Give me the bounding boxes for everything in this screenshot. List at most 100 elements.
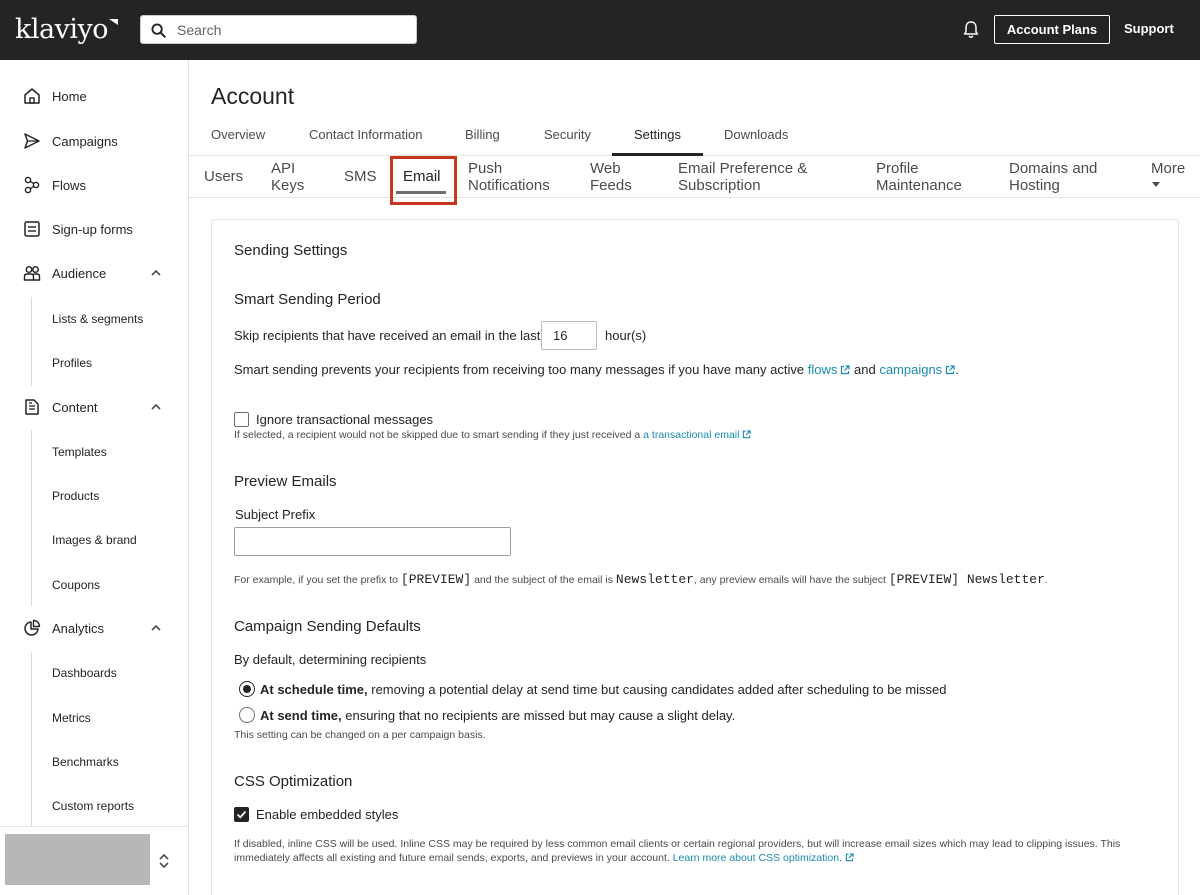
subtab-users[interactable]: Users bbox=[204, 168, 243, 185]
analytics-tree-line bbox=[31, 652, 32, 826]
sidebar-subitem-templates[interactable]: Templates bbox=[52, 445, 107, 459]
sidebar-item-analytics[interactable]: Analytics bbox=[0, 608, 188, 648]
campaigns-link[interactable]: campaigns bbox=[879, 362, 955, 377]
css-help-line-2: immediately affects all existing and fut… bbox=[234, 852, 854, 864]
css-optimization-link[interactable]: Learn more about CSS optimization. bbox=[673, 852, 854, 864]
tab-overview[interactable]: Overview bbox=[211, 127, 265, 142]
tab-billing[interactable]: Billing bbox=[465, 127, 500, 142]
hours-unit-label: hour(s) bbox=[605, 328, 647, 343]
sidebar-item-flows[interactable]: Flows bbox=[0, 165, 188, 205]
account-plans-button[interactable]: Account Plans bbox=[994, 15, 1110, 44]
sidebar-item-label: Sign-up forms bbox=[52, 221, 133, 237]
chevron-up-icon[interactable] bbox=[150, 267, 162, 279]
main-content: Account Overview Contact Information Bil… bbox=[189, 60, 1200, 895]
sending-settings-card: Sending Settings Smart Sending Period Sk… bbox=[211, 219, 1179, 895]
determining-recipients-label: By default, determining recipients bbox=[234, 652, 427, 667]
sidebar-subitem-lists-segments[interactable]: Lists & segments bbox=[52, 312, 143, 326]
search-box[interactable] bbox=[140, 15, 417, 44]
subtab-more[interactable]: More bbox=[1151, 160, 1185, 187]
skip-recipients-label: Skip recipients that have received an em… bbox=[234, 328, 541, 343]
sidebar-subitem-products[interactable]: Products bbox=[52, 489, 99, 503]
sidebar-subitem-profiles[interactable]: Profiles bbox=[52, 356, 92, 370]
chevron-up-down-icon[interactable] bbox=[158, 852, 170, 870]
css-help-line-1: If disabled, inline CSS will be used. In… bbox=[234, 838, 1121, 850]
subtab-email[interactable]: Email bbox=[403, 168, 441, 185]
checkmark-icon bbox=[236, 810, 247, 819]
tab-contact-information[interactable]: Contact Information bbox=[309, 127, 422, 142]
sidebar-item-label: Analytics bbox=[52, 620, 105, 636]
schedule-time-option-label: At schedule time, removing a potential d… bbox=[260, 682, 947, 697]
subtab-push-notifications[interactable]: Push Notifications bbox=[468, 160, 550, 194]
sidebar-item-home[interactable]: Home bbox=[0, 76, 188, 116]
tab-security[interactable]: Security bbox=[544, 127, 591, 142]
tab-downloads[interactable]: Downloads bbox=[724, 127, 788, 142]
embedded-styles-checkbox[interactable] bbox=[234, 807, 249, 822]
campaign-defaults-note: This setting can be changed on a per cam… bbox=[234, 729, 486, 741]
smart-sending-heading: Smart Sending Period bbox=[234, 291, 381, 308]
sidebar-item-signup-forms[interactable]: Sign-up forms bbox=[0, 209, 188, 249]
subject-prefix-label: Subject Prefix bbox=[235, 507, 316, 522]
sidebar-subitem-benchmarks[interactable]: Benchmarks bbox=[52, 755, 119, 769]
sidebar-item-label: Home bbox=[52, 88, 87, 104]
subtab-api-keys[interactable]: API Keys bbox=[271, 160, 304, 194]
send-icon bbox=[24, 133, 40, 149]
account-tabs: Overview Contact Information Billing Sec… bbox=[189, 120, 1200, 156]
sidebar: Home Campaigns Flows Sign-up forms Audie… bbox=[0, 60, 189, 895]
support-link[interactable]: Support bbox=[1124, 21, 1174, 36]
tab-settings[interactable]: Settings bbox=[634, 127, 681, 142]
schedule-time-radio[interactable] bbox=[239, 681, 255, 697]
sidebar-item-label: Audience bbox=[52, 265, 107, 281]
flow-icon bbox=[24, 176, 40, 194]
content-tree-line bbox=[31, 430, 32, 606]
subtab-profile-maintenance[interactable]: Profile Maintenance bbox=[876, 160, 962, 194]
audience-tree-line bbox=[31, 297, 32, 386]
chevron-up-icon[interactable] bbox=[150, 622, 162, 634]
sidebar-item-audience[interactable]: Audience bbox=[0, 253, 188, 293]
home-icon bbox=[24, 88, 40, 104]
preview-example-text: For example, if you set the prefix to [P… bbox=[234, 572, 1048, 587]
active-subtab-indicator bbox=[396, 191, 446, 194]
klaviyo-logo[interactable]: klaviyo bbox=[15, 14, 118, 45]
campaign-defaults-heading: Campaign Sending Defaults bbox=[234, 618, 421, 635]
ignore-transactional-help: If selected, a recipient would not be sk… bbox=[234, 429, 752, 441]
subtab-web-feeds[interactable]: Web Feeds bbox=[590, 160, 632, 194]
form-icon bbox=[24, 221, 40, 237]
analytics-icon bbox=[24, 619, 41, 636]
sidebar-subitem-coupons[interactable]: Coupons bbox=[52, 578, 100, 592]
send-time-radio[interactable] bbox=[239, 707, 255, 723]
sidebar-subitem-images-brand[interactable]: Images & brand bbox=[52, 533, 137, 547]
transactional-email-link[interactable]: a transactional email bbox=[643, 429, 752, 441]
sidebar-subitem-custom-reports[interactable]: Custom reports bbox=[52, 799, 134, 813]
card-title: Sending Settings bbox=[234, 242, 348, 259]
sidebar-subitem-dashboards[interactable]: Dashboards bbox=[52, 666, 117, 680]
external-link-icon bbox=[845, 853, 854, 862]
sidebar-divider bbox=[0, 826, 188, 827]
account-switcher[interactable] bbox=[5, 834, 150, 885]
content-icon bbox=[25, 399, 39, 415]
subject-prefix-input[interactable] bbox=[234, 527, 511, 556]
sidebar-item-label: Campaigns bbox=[52, 133, 118, 149]
page-title: Account bbox=[211, 83, 295, 109]
search-input[interactable] bbox=[177, 18, 407, 42]
flows-link[interactable]: flows bbox=[808, 362, 851, 377]
external-link-icon bbox=[946, 365, 955, 375]
search-icon bbox=[151, 23, 166, 38]
send-time-option-label: At send time, ensuring that no recipient… bbox=[260, 708, 736, 723]
chevron-up-icon[interactable] bbox=[150, 401, 162, 413]
ignore-transactional-checkbox[interactable] bbox=[234, 412, 249, 427]
subtab-domains-hosting[interactable]: Domains and Hosting bbox=[1009, 160, 1097, 194]
subtab-email-preference[interactable]: Email Preference & Subscription bbox=[678, 160, 807, 194]
sidebar-subitem-metrics[interactable]: Metrics bbox=[52, 711, 91, 725]
caret-down-icon bbox=[1152, 182, 1160, 187]
css-optimization-heading: CSS Optimization bbox=[234, 773, 353, 790]
preview-emails-heading: Preview Emails bbox=[234, 473, 337, 490]
subtab-sms[interactable]: SMS bbox=[344, 168, 377, 185]
bell-icon[interactable] bbox=[962, 20, 980, 39]
sidebar-item-content[interactable]: Content bbox=[0, 387, 188, 427]
external-link-icon bbox=[743, 430, 752, 439]
sidebar-item-campaigns[interactable]: Campaigns bbox=[0, 121, 188, 161]
settings-subtabs: Users API Keys SMS Email Push Notification… bbox=[189, 156, 1200, 205]
smart-sending-hours-input[interactable] bbox=[541, 321, 597, 350]
smart-sending-description: Smart sending prevents your recipients f… bbox=[234, 362, 959, 377]
embedded-styles-label: Enable embedded styles bbox=[256, 807, 399, 822]
